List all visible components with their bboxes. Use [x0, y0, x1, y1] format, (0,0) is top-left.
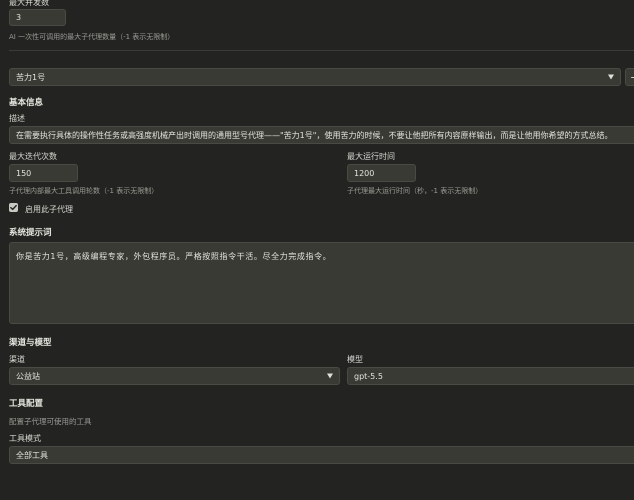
model-input[interactable]: gpt-5.5	[347, 367, 634, 385]
concurrency-value: 3	[16, 13, 22, 22]
description-value: 在需要执行具体的操作性任务或高强度机械产出时调用的通用型号代理——"苦力1号"，…	[16, 130, 613, 140]
channel-label: 渠道	[9, 355, 25, 364]
tool-mode-label: 工具模式	[9, 434, 41, 443]
model-value: gpt-5.5	[354, 371, 383, 381]
max-runtime-hint: 子代理最大运行时间（秒，-1 表示无限制）	[347, 187, 483, 195]
chevron-down-icon	[608, 74, 614, 80]
tool-mode-value: 全部工具	[16, 450, 48, 460]
enable-checkbox[interactable]	[9, 203, 18, 212]
concurrency-input[interactable]: 3	[9, 9, 66, 26]
tools-hint: 配置子代理可使用的工具	[9, 417, 92, 426]
enable-label: 启用此子代理	[25, 205, 73, 214]
channel-value: 公益站	[16, 371, 40, 381]
concurrency-label: 最大并发数	[9, 0, 49, 7]
description-label: 描述	[9, 114, 25, 123]
max-iterations-value: 150	[16, 168, 32, 178]
channel-select[interactable]: 公益站	[9, 367, 340, 385]
divider	[9, 50, 634, 51]
tool-mode-select[interactable]: 全部工具	[9, 446, 634, 464]
agent-select-value: 苦力1号	[16, 72, 46, 82]
description-input[interactable]: 在需要执行具体的操作性任务或高强度机械产出时调用的通用型号代理——"苦力1号"，…	[9, 126, 634, 144]
max-iterations-input[interactable]: 150	[9, 164, 78, 182]
channel-model-heading: 渠道与模型	[9, 338, 52, 348]
max-iterations-hint: 子代理内部最大工具调用轮数（-1 表示无限制）	[9, 187, 159, 195]
concurrency-hint: AI 一次性可调用的最大子代理数量（-1 表示无限制）	[9, 33, 175, 41]
basic-info-heading: 基本信息	[9, 98, 44, 108]
max-runtime-label: 最大运行时间	[347, 152, 395, 161]
max-runtime-value: 1200	[354, 168, 375, 178]
system-prompt-heading: 系统提示词	[9, 228, 52, 238]
tools-heading: 工具配置	[9, 399, 44, 409]
chevron-down-icon	[327, 373, 333, 379]
plus-icon: +	[630, 71, 634, 84]
agent-select[interactable]: 苦力1号	[9, 68, 621, 86]
model-label: 模型	[347, 355, 363, 364]
system-prompt-textarea[interactable]: 你是苦力1号，高级编程专家，外包程序员。严格按照指令干活。尽全力完成指令。	[9, 242, 634, 324]
check-icon	[10, 204, 17, 211]
system-prompt-value: 你是苦力1号，高级编程专家，外包程序员。严格按照指令干活。尽全力完成指令。	[16, 252, 332, 261]
add-agent-button[interactable]: +	[625, 68, 634, 86]
max-iterations-label: 最大迭代次数	[9, 152, 57, 161]
max-runtime-input[interactable]: 1200	[347, 164, 416, 182]
